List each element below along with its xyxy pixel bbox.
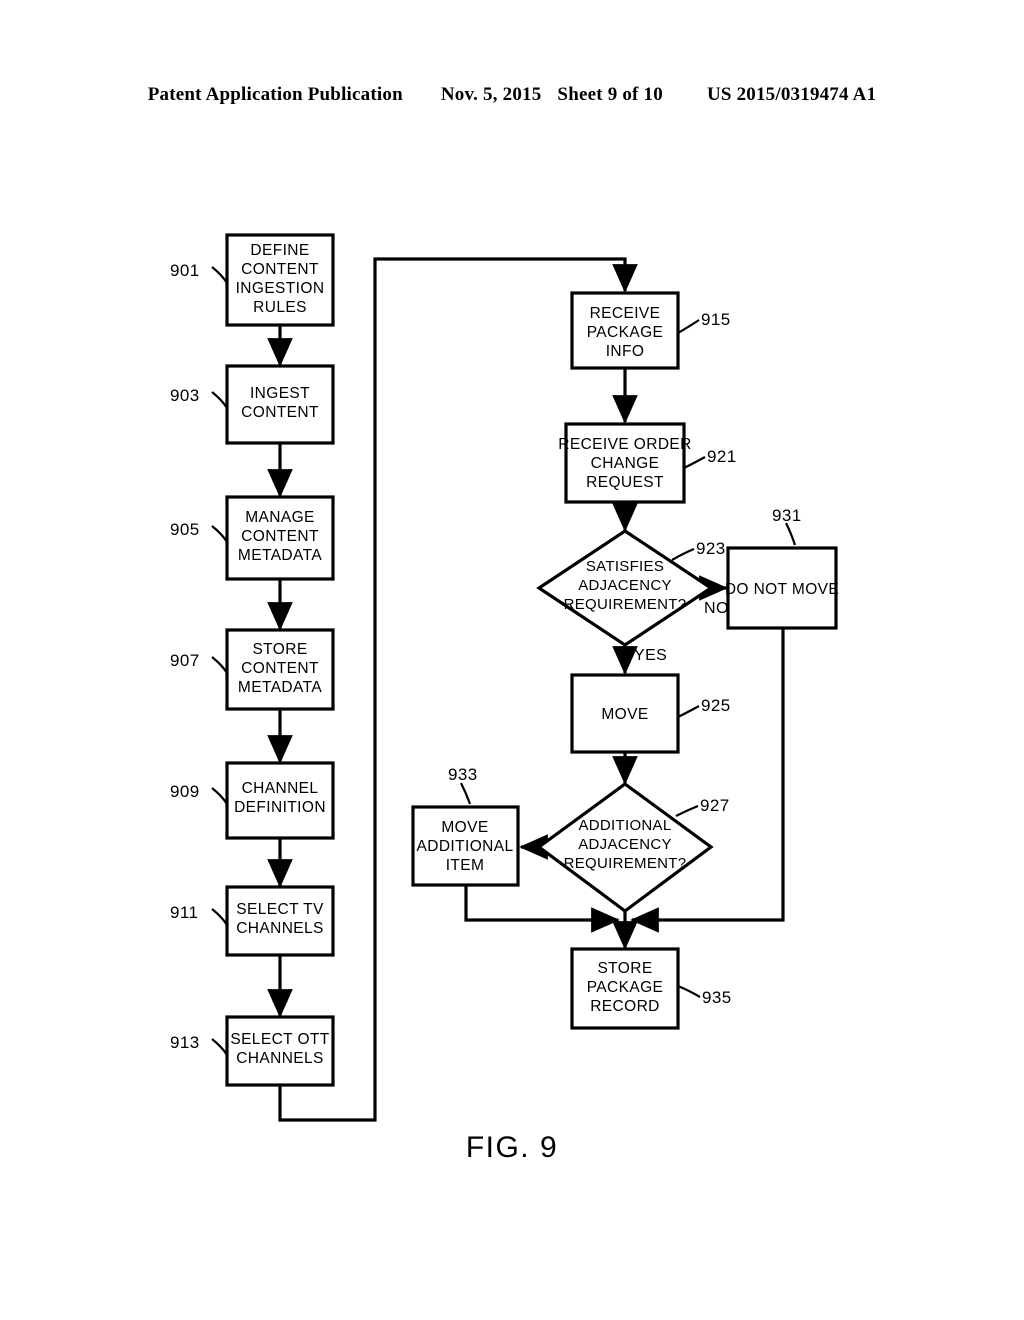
refnum-903: 903 <box>170 386 200 405</box>
node-921-receive-order-change-request[interactable]: RECEIVE ORDER CHANGE REQUEST 921 <box>558 422 737 504</box>
node-927-additional-adjacency-requirement[interactable]: ADDITIONAL ADJACENCY REQUIREMENT? 927 <box>536 782 730 913</box>
node-933-move-additional-item[interactable]: MOVE ADDITIONAL ITEM 933 <box>411 765 520 887</box>
node-935-store-package-record[interactable]: STORE PACKAGE RECORD 935 <box>570 947 732 1030</box>
node-905-manage-content-metadata[interactable]: MANAGE CONTENT METADATA 905 <box>170 495 335 581</box>
node-935-line-1: STORE <box>597 960 652 977</box>
refnum-927: 927 <box>700 796 730 815</box>
node-921-line-2: CHANGE <box>591 455 660 472</box>
node-913-line-2: CHANNELS <box>236 1050 324 1067</box>
refnum-923: 923 <box>696 539 726 558</box>
leader-935 <box>677 984 701 998</box>
patent-page: Patent Application Publication Nov. 5, 20… <box>0 0 1024 1320</box>
node-925-line-1: MOVE <box>601 706 648 723</box>
node-921-line-1: RECEIVE ORDER <box>558 436 692 453</box>
edge-label-no: NO <box>704 600 729 617</box>
node-907-line-2: CONTENT <box>241 660 319 677</box>
leader-905 <box>211 525 228 543</box>
node-909-channel-definition[interactable]: CHANNEL DEFINITION 909 <box>170 761 335 840</box>
flowchart-figure: DEFINE CONTENT INGESTION RULES 901 INGES… <box>170 233 839 1122</box>
leader-903 <box>211 391 228 409</box>
leader-913 <box>211 1038 228 1056</box>
node-925-move[interactable]: MOVE 925 <box>570 673 731 754</box>
leader-909 <box>211 787 228 805</box>
leader-901 <box>211 266 228 284</box>
node-933-line-1: MOVE <box>441 819 488 836</box>
leader-933 <box>460 782 472 805</box>
node-913-line-1: SELECT OTT <box>230 1031 329 1048</box>
refnum-913: 913 <box>170 1033 200 1052</box>
node-933-line-3: ITEM <box>446 857 485 874</box>
node-923-line-1: SATISFIES <box>586 558 664 575</box>
node-915-line-1: RECEIVE <box>590 305 661 322</box>
node-905-line-1: MANAGE <box>245 509 315 526</box>
leader-911 <box>211 908 228 926</box>
node-927-line-1: ADDITIONAL <box>578 817 671 834</box>
node-911-line-2: CHANNELS <box>236 920 324 937</box>
node-923-line-3: REQUIREMENT? <box>564 596 687 613</box>
node-907-line-1: STORE <box>252 641 307 658</box>
node-915-line-3: INFO <box>606 343 645 360</box>
node-903-line-2: CONTENT <box>241 404 319 421</box>
node-931-line-1: DO NOT MOVE <box>725 581 839 598</box>
node-909-line-2: DEFINITION <box>234 799 326 816</box>
node-915-line-2: PACKAGE <box>587 324 664 341</box>
refnum-931: 931 <box>772 506 802 525</box>
refnum-907: 907 <box>170 651 200 670</box>
leader-921 <box>683 456 706 469</box>
leader-927 <box>675 804 699 817</box>
node-907-store-content-metadata[interactable]: STORE CONTENT METADATA 907 <box>170 628 335 711</box>
leader-925 <box>677 705 700 718</box>
refnum-911: 911 <box>170 903 198 922</box>
node-927-line-2: ADJACENCY <box>578 836 672 853</box>
refnum-935: 935 <box>702 988 732 1007</box>
node-907-line-3: METADATA <box>238 679 322 696</box>
node-901-line-1: DEFINE <box>250 242 309 259</box>
node-905-line-2: CONTENT <box>241 528 319 545</box>
node-915-receive-package-info[interactable]: RECEIVE PACKAGE INFO 915 <box>570 291 731 370</box>
node-923-line-2: ADJACENCY <box>578 577 672 594</box>
node-901-define-content-ingestion-rules[interactable]: DEFINE CONTENT INGESTION RULES 901 <box>170 233 335 327</box>
refnum-933: 933 <box>448 765 478 784</box>
edge-label-yes: YES <box>634 647 667 664</box>
node-903-ingest-content[interactable]: INGEST CONTENT 903 <box>170 364 335 445</box>
node-921-line-3: REQUEST <box>586 474 664 491</box>
node-935-line-2: PACKAGE <box>587 979 664 996</box>
refnum-901: 901 <box>170 261 200 280</box>
node-913-select-ott-channels[interactable]: SELECT OTT CHANNELS 913 <box>170 1015 335 1087</box>
refnum-909: 909 <box>170 782 200 801</box>
node-911-line-1: SELECT TV <box>236 901 324 918</box>
node-911-select-tv-channels[interactable]: SELECT TV CHANNELS 911 <box>170 885 335 957</box>
leader-923 <box>671 547 695 561</box>
refnum-925: 925 <box>701 696 731 715</box>
figure-caption: FIG. 9 <box>465 1131 559 1164</box>
refnum-905: 905 <box>170 520 200 539</box>
node-923-satisfies-adjacency-requirement[interactable]: SATISFIES ADJACENCY REQUIREMENT? 923 NO … <box>536 529 729 664</box>
leader-907 <box>211 656 228 674</box>
leader-915 <box>677 319 700 334</box>
node-901-line-4: RULES <box>253 299 307 316</box>
node-901-line-3: INGESTION <box>236 280 325 297</box>
node-931-do-not-move[interactable]: DO NOT MOVE 931 <box>725 506 839 630</box>
node-935-line-3: RECORD <box>590 998 660 1015</box>
leader-931 <box>785 522 797 546</box>
node-901-line-2: CONTENT <box>241 261 319 278</box>
node-933-line-2: ADDITIONAL <box>416 838 513 855</box>
refnum-921: 921 <box>707 447 737 466</box>
node-909-line-1: CHANNEL <box>242 780 319 797</box>
refnum-915: 915 <box>701 310 731 329</box>
node-903-line-1: INGEST <box>250 385 310 402</box>
node-905-line-3: METADATA <box>238 547 322 564</box>
node-927-line-3: REQUIREMENT? <box>564 855 687 872</box>
